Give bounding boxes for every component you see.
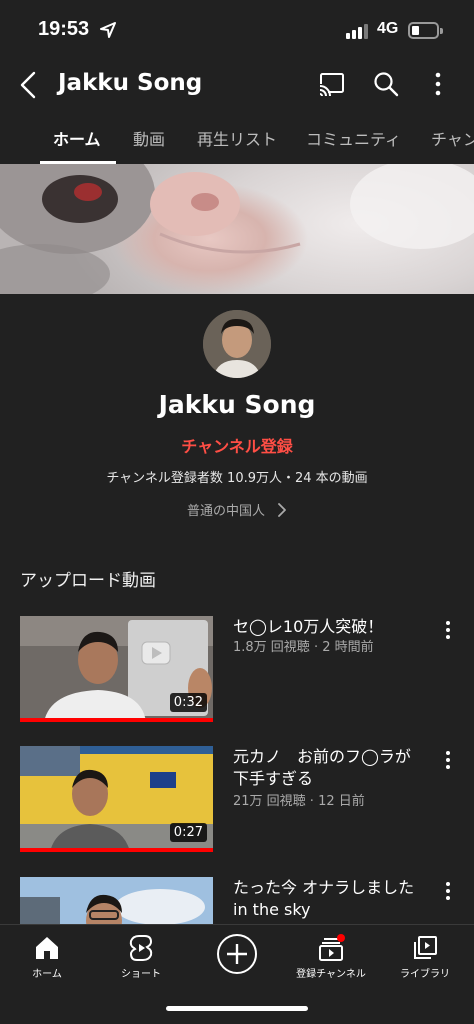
channel-name: Jakku Song [158,390,316,419]
channel-description-link[interactable]: 普通の中国人 [0,500,474,519]
video-meta: 1.8万 回視聴 · 2 時間前 [233,640,374,655]
video-title[interactable]: セ◯レ10万人突破！ [233,616,423,638]
location-arrow-icon [100,22,116,38]
subscribe-button[interactable]: チャンネル登録 [0,433,474,457]
nav-home[interactable]: ホーム [2,933,92,980]
watch-progress-bar [20,848,213,852]
tab-playlists[interactable]: 再生リスト [197,126,277,150]
home-icon [36,937,58,959]
video-title[interactable]: たった今 オナラしました in the sky [233,877,423,921]
nav-library-label: ライブラリ [400,969,450,980]
create-plus-icon[interactable] [216,933,258,975]
app-header: Jakku Song [0,60,474,112]
nav-library[interactable]: ライブラリ [380,933,470,980]
battery-icon [408,22,443,39]
network-type: 4G [377,20,399,37]
video-more-icon[interactable] [440,750,456,770]
channel-description: 普通の中国人 [186,504,265,519]
tab-home[interactable]: ホーム [53,126,101,150]
nav-shorts-label: ショート [121,969,161,980]
video-thumbnail[interactable]: 0:27 [20,746,213,852]
shorts-icon [129,935,153,961]
status-bar: 19:53 4G [0,0,474,60]
nav-subscriptions-label: 登録チャンネル [296,969,366,980]
more-options-icon[interactable] [428,70,448,98]
status-time: 19:53 [38,18,90,40]
watch-progress-bar [20,718,213,722]
library-icon [414,936,437,959]
video-thumbnail[interactable]: 0:32 [20,616,213,722]
video-more-icon[interactable] [440,881,456,901]
tab-videos[interactable]: 動画 [133,126,165,150]
nav-shorts[interactable]: ショート [96,933,186,980]
video-item[interactable]: 0:32 セ◯レ10万人突破！ 1.8万 回視聴 · 2 時間前 [0,616,474,734]
signal-icon [346,24,368,39]
tab-community[interactable]: コミュニティ [306,126,401,150]
nav-subscriptions[interactable]: 登録チャンネル [286,933,376,980]
nav-home-label: ホーム [32,969,62,980]
tab-channels[interactable]: チャン [431,126,474,150]
uploads-section-title: アップロード動画 [20,571,156,591]
back-arrow-icon[interactable] [16,70,42,100]
channel-stats: チャンネル登録者数 10.9万人・24 本の動画 [106,471,368,486]
chevron-right-icon [278,502,286,517]
banner-image [0,164,474,294]
subscriptions-icon [319,934,345,961]
cast-icon[interactable] [318,70,346,98]
channel-banner [0,164,474,294]
video-duration: 0:27 [169,823,207,842]
video-item[interactable]: 0:27 元カノ お前のフ◯ラが下手すぎる 21万 回視聴 · 12 日前 [0,746,474,864]
channel-avatar[interactable] [203,310,271,378]
channel-tabs: ホーム 動画 再生リスト コミュニティ チャン [0,112,474,164]
video-duration: 0:32 [169,693,207,712]
video-more-icon[interactable] [440,620,456,640]
search-icon[interactable] [372,70,400,98]
video-title[interactable]: 元カノ お前のフ◯ラが下手すぎる [233,746,423,790]
video-meta: 21万 回視聴 · 12 日前 [233,794,365,809]
home-indicator[interactable] [166,1006,308,1011]
header-title: Jakku Song [58,70,203,96]
